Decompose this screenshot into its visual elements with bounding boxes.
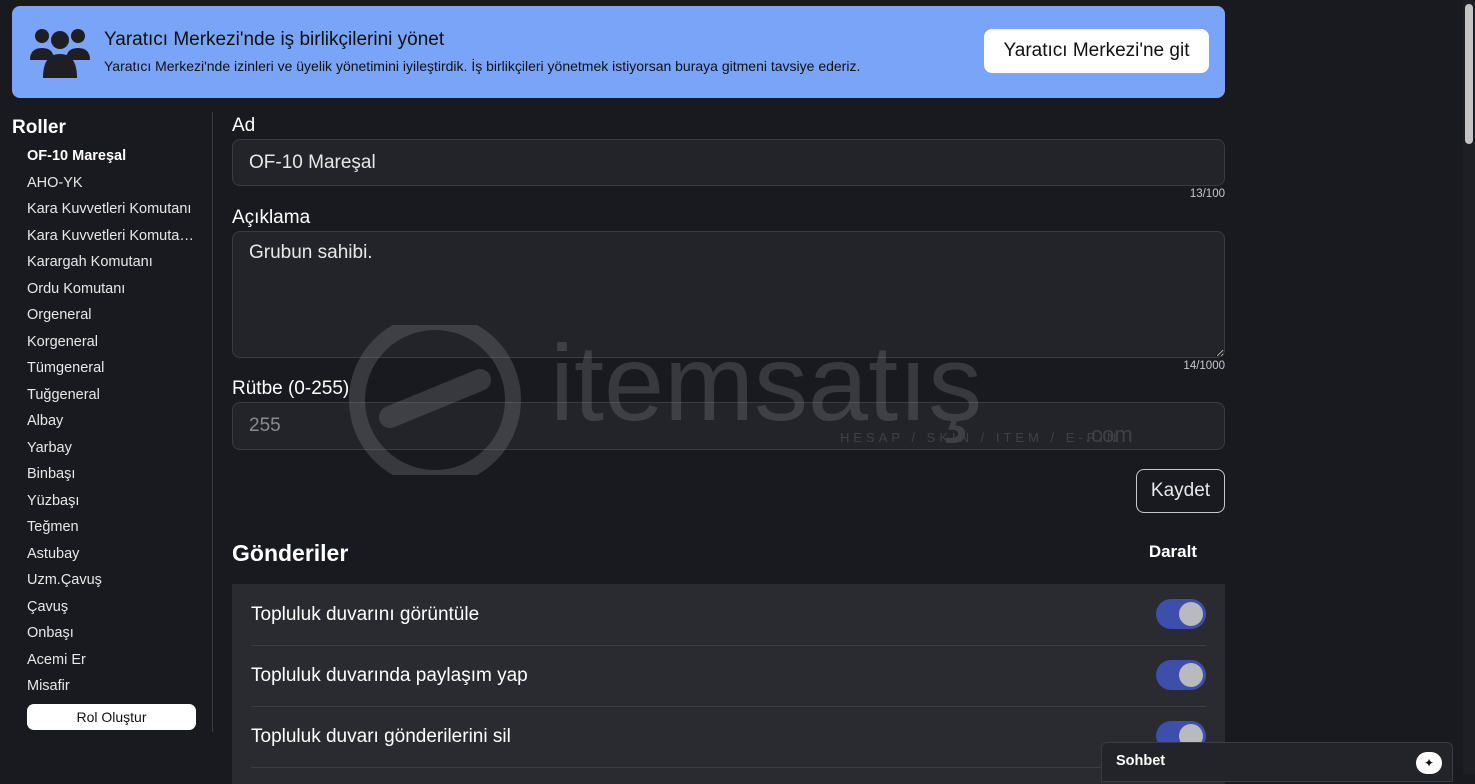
role-item[interactable]: Orgeneral	[27, 307, 199, 323]
sparkle-icon[interactable]: ✦	[1416, 752, 1442, 774]
permission-row: Topluluk duvarında paylaşım yap	[251, 645, 1206, 707]
section-title-posts: Gönderiler	[232, 540, 349, 566]
page-scrollbar[interactable]	[1463, 0, 1475, 774]
role-item[interactable]: OF-10 Mareşal	[27, 148, 199, 164]
role-item[interactable]: Misafir	[27, 678, 199, 694]
banner-subtitle: Yaratıcı Merkezi'nde izinleri ve üyelik …	[104, 58, 861, 74]
description-counter: 14/1000	[1183, 360, 1225, 372]
role-item[interactable]: Tuğgeneral	[27, 387, 199, 403]
go-to-creator-hub-button[interactable]: Yaratıcı Merkezi'ne git	[984, 29, 1209, 73]
role-item[interactable]: Ordu Komutanı	[27, 281, 199, 297]
scrollbar-thumb[interactable]	[1465, 4, 1473, 144]
name-label: Ad	[232, 115, 256, 136]
roles-sidebar: Roller OF-10 Mareşal AHO-YK Kara Kuvvetler…	[12, 112, 213, 732]
description-label: Açıklama	[232, 207, 311, 228]
permission-label: Topluluk duvarında paylaşım yap	[251, 665, 528, 686]
permission-row: Topluluk duvarını görüntüle	[251, 584, 1206, 646]
chat-widget[interactable]: Sohbet ✦	[1101, 742, 1453, 782]
role-item[interactable]: Acemi Er	[27, 652, 199, 668]
role-item[interactable]: Çavuş	[27, 599, 199, 615]
roles-title: Roller	[12, 117, 66, 138]
save-button[interactable]: Kaydet	[1136, 469, 1225, 513]
role-item[interactable]: Tümgeneral	[27, 360, 199, 376]
description-input[interactable]: Grubun sahibi.	[232, 231, 1225, 358]
chat-label: Sohbet	[1116, 753, 1166, 769]
permission-toggle[interactable]	[1156, 599, 1206, 629]
role-item[interactable]: Kara Kuvvetleri Komutanı	[27, 201, 199, 217]
role-item[interactable]: Albay	[27, 413, 199, 429]
rank-label: Rütbe (0-255)	[232, 378, 350, 399]
collapse-button[interactable]: Daralt	[1149, 542, 1197, 562]
create-role-button[interactable]: Rol Oluştur	[27, 704, 196, 730]
banner-title: Yaratıcı Merkezi'nde iş birlikçilerini y…	[104, 29, 445, 50]
role-item[interactable]: Yüzbaşı	[27, 493, 199, 509]
role-item[interactable]: Yarbay	[27, 440, 199, 456]
role-item[interactable]: Karargah Komutanı	[27, 254, 199, 270]
role-item[interactable]: Binbaşı	[27, 466, 199, 482]
role-item[interactable]: Onbaşı	[27, 625, 199, 641]
role-item[interactable]: Korgeneral	[27, 334, 199, 350]
toggle-knob	[1179, 663, 1203, 687]
role-item[interactable]: AHO-YK	[27, 175, 199, 191]
toggle-knob	[1179, 602, 1203, 626]
role-item[interactable]: Uzm.Çavuş	[27, 572, 199, 588]
group-icon	[30, 29, 90, 78]
role-item[interactable]: Teğmen	[27, 519, 199, 535]
rank-input	[232, 402, 1225, 450]
name-input[interactable]	[232, 139, 1225, 186]
permission-toggle[interactable]	[1156, 660, 1206, 690]
role-item[interactable]: Kara Kuvvetleri Komutanı Yardımcısı	[27, 228, 199, 244]
role-item[interactable]: Astubay	[27, 546, 199, 562]
permissions-panel: Topluluk duvarını görüntüle Topluluk duva…	[232, 584, 1225, 784]
name-counter: 13/100	[1189, 188, 1225, 200]
permission-label: Topluluk duvarı gönderilerini sil	[251, 726, 511, 747]
permission-row: Topluluk duvarı gönderilerini sil	[251, 706, 1206, 768]
permission-label: Topluluk duvarını görüntüle	[251, 604, 480, 625]
creator-hub-banner: Yaratıcı Merkezi'nde iş birlikçilerini y…	[12, 6, 1225, 98]
